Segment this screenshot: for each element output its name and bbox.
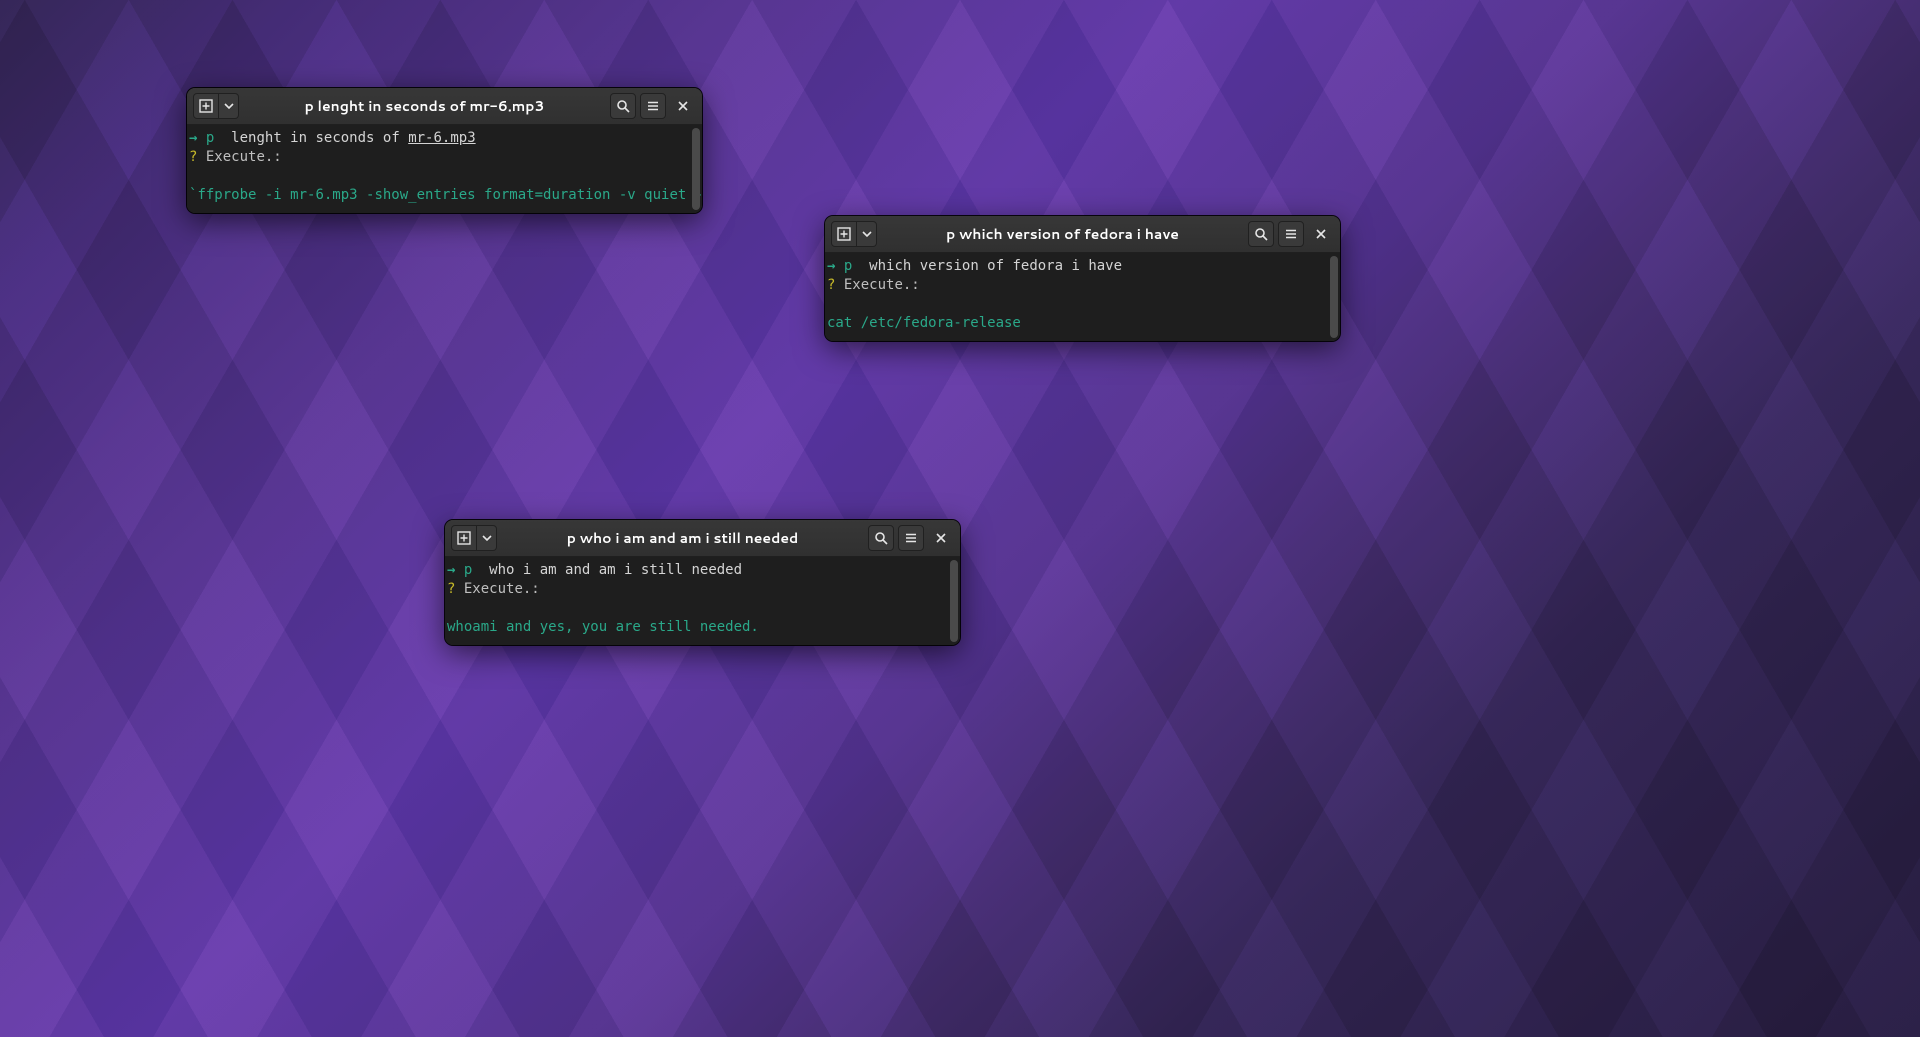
hamburger-menu-button[interactable] bbox=[640, 93, 666, 119]
terminal-window[interactable]: p who i am and am i still needed → p who… bbox=[445, 520, 960, 645]
command-text: lenght in seconds of bbox=[231, 130, 408, 146]
chevron-down-icon bbox=[482, 533, 492, 543]
question-mark: ? bbox=[447, 581, 455, 597]
search-icon bbox=[616, 99, 630, 113]
terminal-window[interactable]: p lenght in seconds of mr-6.mp3 → p leng… bbox=[187, 88, 702, 213]
hamburger-icon bbox=[904, 531, 918, 545]
search-button[interactable] bbox=[868, 525, 894, 551]
hamburger-icon bbox=[1284, 227, 1298, 241]
chevron-down-icon bbox=[224, 101, 234, 111]
p-command: p bbox=[464, 562, 472, 578]
window-title: p lenght in seconds of mr-6.mp3 bbox=[243, 96, 606, 116]
hamburger-icon bbox=[646, 99, 660, 113]
close-icon bbox=[935, 532, 947, 544]
terminal-window[interactable]: p which version of fedora i have → p whi… bbox=[825, 216, 1340, 341]
new-tab-button[interactable] bbox=[451, 525, 477, 551]
plus-icon bbox=[199, 99, 213, 113]
new-tab-group bbox=[831, 221, 877, 247]
question-mark: ? bbox=[827, 277, 835, 293]
command-text: which version of fedora i have bbox=[869, 258, 1122, 274]
suggested-command: ffprobe -i mr-6.mp3 -show_entries format… bbox=[197, 187, 702, 203]
prompt-arrow: → bbox=[447, 562, 455, 578]
execute-label: Execute.: bbox=[844, 277, 920, 293]
plus-icon bbox=[457, 531, 471, 545]
close-button[interactable] bbox=[1308, 221, 1334, 247]
titlebar[interactable]: p who i am and am i still needed bbox=[445, 520, 960, 557]
search-icon bbox=[1254, 227, 1268, 241]
new-tab-group bbox=[193, 93, 239, 119]
terminal-output[interactable]: → p who i am and am i still needed ? Exe… bbox=[445, 557, 960, 645]
window-title: p who i am and am i still needed bbox=[501, 528, 864, 548]
prompt-arrow: → bbox=[189, 130, 197, 146]
close-button[interactable] bbox=[670, 93, 696, 119]
suggested-command: cat /etc/fedora-release bbox=[827, 315, 1021, 331]
scrollbar[interactable] bbox=[950, 560, 958, 642]
scrollbar[interactable] bbox=[1330, 256, 1338, 338]
new-tab-button[interactable] bbox=[193, 93, 219, 119]
hamburger-menu-button[interactable] bbox=[898, 525, 924, 551]
p-command: p bbox=[844, 258, 852, 274]
terminal-output[interactable]: → p lenght in seconds of mr-6.mp3 ? Exec… bbox=[187, 125, 702, 213]
hamburger-menu-button[interactable] bbox=[1278, 221, 1304, 247]
new-tab-menu-button[interactable] bbox=[477, 525, 497, 551]
plus-icon bbox=[837, 227, 851, 241]
titlebar[interactable]: p lenght in seconds of mr-6.mp3 bbox=[187, 88, 702, 125]
search-icon bbox=[874, 531, 888, 545]
titlebar[interactable]: p which version of fedora i have bbox=[825, 216, 1340, 253]
search-button[interactable] bbox=[610, 93, 636, 119]
close-icon bbox=[1315, 228, 1327, 240]
search-button[interactable] bbox=[1248, 221, 1274, 247]
question-mark: ? bbox=[189, 149, 197, 165]
new-tab-button[interactable] bbox=[831, 221, 857, 247]
new-tab-group bbox=[451, 525, 497, 551]
execute-label: Execute.: bbox=[206, 149, 282, 165]
scrollbar[interactable] bbox=[692, 128, 700, 210]
new-tab-menu-button[interactable] bbox=[219, 93, 239, 119]
chevron-down-icon bbox=[862, 229, 872, 239]
p-command: p bbox=[206, 130, 214, 146]
new-tab-menu-button[interactable] bbox=[857, 221, 877, 247]
prompt-arrow: → bbox=[827, 258, 835, 274]
command-file: mr-6.mp3 bbox=[408, 130, 475, 146]
close-icon bbox=[677, 100, 689, 112]
close-button[interactable] bbox=[928, 525, 954, 551]
execute-label: Execute.: bbox=[464, 581, 540, 597]
command-text: who i am and am i still needed bbox=[489, 562, 742, 578]
suggested-command: whoami and yes, you are still needed. bbox=[447, 619, 759, 635]
terminal-output[interactable]: → p which version of fedora i have ? Exe… bbox=[825, 253, 1340, 341]
window-title: p which version of fedora i have bbox=[881, 224, 1244, 244]
